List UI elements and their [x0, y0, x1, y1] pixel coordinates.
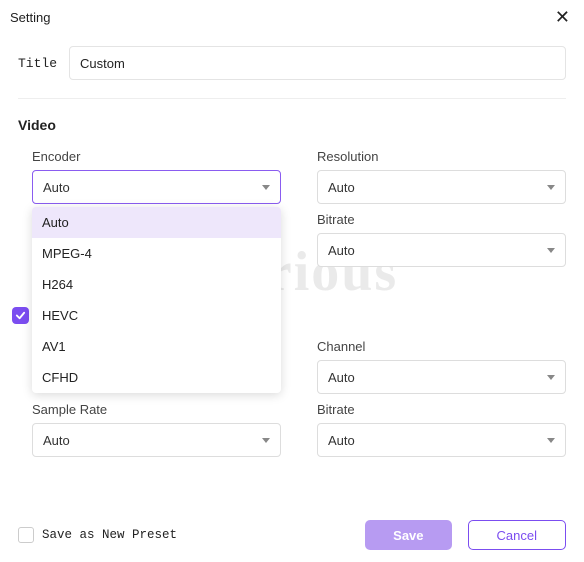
encoder-option-hevc[interactable]: HEVC	[32, 300, 281, 331]
sample-rate-select[interactable]: Auto	[32, 423, 281, 457]
video-bitrate-select[interactable]: Auto	[317, 233, 566, 267]
save-button[interactable]: Save	[365, 520, 451, 550]
encoder-option-cfhd[interactable]: CFHD	[32, 362, 281, 393]
close-icon[interactable]: ✕	[555, 8, 570, 26]
resolution-select[interactable]: Auto	[317, 170, 566, 204]
chevron-down-icon	[262, 438, 270, 443]
encoder-dropdown: Auto MPEG-4 H264 HEVC AV1 CFHD	[32, 207, 281, 393]
title-input[interactable]	[69, 46, 566, 80]
resolution-select-value: Auto	[328, 180, 355, 195]
channel-label: Channel	[317, 339, 566, 354]
chevron-down-icon	[547, 375, 555, 380]
encoder-select[interactable]: Auto	[32, 170, 281, 204]
encoder-option-av1[interactable]: AV1	[32, 331, 281, 362]
chevron-down-icon	[262, 185, 270, 190]
video-section-title: Video	[0, 99, 584, 141]
encoder-select-value: Auto	[43, 180, 70, 195]
sample-rate-select-value: Auto	[43, 433, 70, 448]
video-bitrate-label: Bitrate	[317, 212, 566, 227]
channel-select-value: Auto	[328, 370, 355, 385]
encoder-label: Encoder	[32, 149, 281, 164]
sample-rate-label: Sample Rate	[32, 402, 281, 417]
encoder-option-h264[interactable]: H264	[32, 269, 281, 300]
channel-select[interactable]: Auto	[317, 360, 566, 394]
cancel-button[interactable]: Cancel	[468, 520, 566, 550]
save-preset-checkbox[interactable]	[18, 527, 34, 543]
title-field-label: Title	[18, 56, 57, 71]
audio-bitrate-label: Bitrate	[317, 402, 566, 417]
section-checkbox[interactable]	[12, 307, 29, 324]
chevron-down-icon	[547, 185, 555, 190]
chevron-down-icon	[547, 438, 555, 443]
encoder-option-auto[interactable]: Auto	[32, 207, 281, 238]
check-icon	[15, 310, 26, 321]
chevron-down-icon	[547, 248, 555, 253]
encoder-option-mpeg4[interactable]: MPEG-4	[32, 238, 281, 269]
video-bitrate-select-value: Auto	[328, 243, 355, 258]
save-preset-label: Save as New Preset	[42, 528, 177, 542]
dialog-title: Setting	[10, 10, 50, 25]
resolution-label: Resolution	[317, 149, 566, 164]
audio-bitrate-select[interactable]: Auto	[317, 423, 566, 457]
audio-bitrate-select-value: Auto	[328, 433, 355, 448]
